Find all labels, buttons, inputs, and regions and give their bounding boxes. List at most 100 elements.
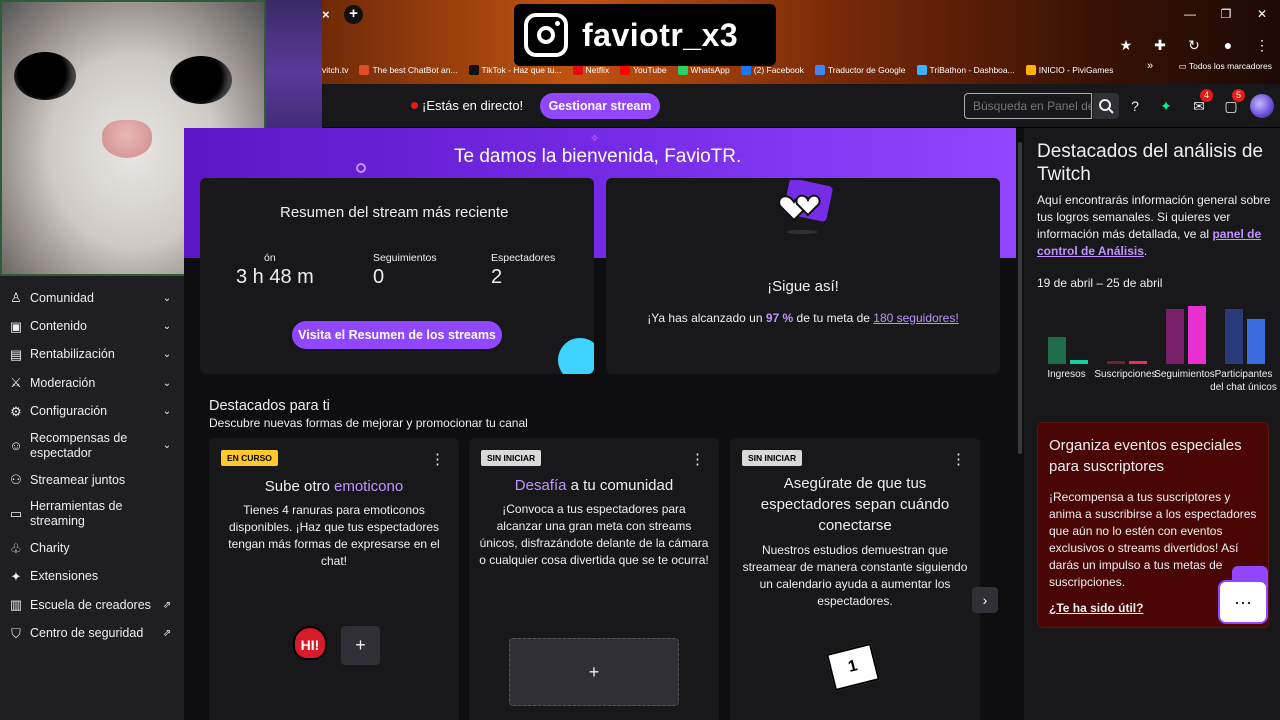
stream-summary-button[interactable]: Visita el Resumen de los streams bbox=[292, 321, 502, 349]
bookmark-favicon-icon bbox=[468, 65, 479, 75]
bookmark-item[interactable]: Netflix bbox=[572, 65, 609, 75]
close-window-button[interactable]: ✕ bbox=[1244, 4, 1280, 24]
dashboard-search-input[interactable] bbox=[964, 93, 1092, 119]
chevron-down-icon: ⌄ bbox=[162, 377, 172, 389]
bookmark-label: TikTok - Haz que tu... bbox=[481, 65, 562, 75]
bookmark-item[interactable]: INICIO - PiviGames bbox=[1025, 65, 1113, 75]
promo-feedback-link[interactable]: ¿Te ha sido útil? bbox=[1049, 601, 1143, 615]
chat-bubble-icon[interactable]: ··· bbox=[1218, 580, 1268, 624]
live-status: ¡Estás en directo! bbox=[422, 98, 524, 113]
sidebar-item-label: Contenido bbox=[30, 319, 87, 334]
chart-bar bbox=[1246, 319, 1265, 364]
bookmark-item[interactable]: vitch.tv bbox=[322, 65, 348, 75]
deco-circle bbox=[356, 163, 366, 173]
bookmark-item[interactable]: Traductor de Google bbox=[814, 65, 906, 75]
feature-card-emote[interactable]: EN CURSO ⋮ Sube otro emoticono Tienes 4 … bbox=[209, 438, 459, 720]
sidebar-item[interactable]: ▤ Rentabilización ⌄ bbox=[0, 341, 184, 369]
card-title-highlight: emoticono bbox=[334, 478, 404, 495]
card-title-pre: Sube otro bbox=[264, 478, 334, 495]
bookmark-label: YouTube bbox=[633, 65, 667, 75]
goal-link[interactable]: 180 seguidores! bbox=[873, 311, 958, 325]
restore-button[interactable]: ❐ bbox=[1208, 4, 1244, 24]
tab-close-icon[interactable]: × bbox=[322, 7, 330, 22]
all-bookmarks-link[interactable]: ▭ Todos los marcadores bbox=[1179, 61, 1272, 72]
address-bar[interactable]: ★ ✚ ↻ ● ⋮ bbox=[322, 32, 1280, 58]
chart-bar bbox=[1128, 361, 1147, 364]
sidebar-item-label: Centro de seguridad bbox=[30, 626, 144, 641]
status-badge: SIN INICIAR bbox=[481, 450, 542, 466]
feature-card-schedule[interactable]: SIN INICIAR ⋮ Asegúrate de que tus espec… bbox=[730, 438, 980, 720]
sidebar-item[interactable]: ▣ Contenido ⌄ bbox=[0, 312, 184, 340]
goal-card: ¡Sigue así! ¡Ya has alcanzado un 97 % de… bbox=[606, 178, 1000, 374]
bookmark-item[interactable]: TikTok - Haz que tu... bbox=[468, 65, 562, 75]
status-badge: SIN INICIAR bbox=[742, 450, 803, 466]
chart-bar bbox=[1069, 360, 1088, 364]
manage-stream-button[interactable]: Gestionar stream bbox=[540, 93, 660, 119]
cat-eye-right bbox=[170, 56, 232, 104]
profile-icon[interactable]: ● bbox=[1218, 35, 1238, 55]
extensions-icon[interactable]: ✚ bbox=[1150, 35, 1170, 55]
sparkle-icon[interactable]: ✦ bbox=[1156, 96, 1176, 116]
chart-category-label: Participantes del chat únicos bbox=[1210, 369, 1277, 393]
bookmark-item[interactable]: TriBathon - Dashboa... bbox=[916, 65, 1015, 75]
bookmark-favicon-icon bbox=[359, 65, 370, 75]
sidebar-item[interactable]: ▭ Herramientas de streaming bbox=[0, 494, 184, 534]
more-options-icon[interactable]: ⋮ bbox=[951, 450, 966, 468]
goal-title: ¡Sigue así! bbox=[767, 278, 839, 295]
chart-category-label: Seguimientos bbox=[1154, 369, 1215, 380]
add-challenge-button[interactable]: + bbox=[509, 638, 679, 706]
sidebar-item[interactable]: ⚔ Moderación ⌄ bbox=[0, 369, 184, 397]
minimize-button[interactable]: — bbox=[1172, 4, 1208, 24]
sidebar-item[interactable]: ⚇ Streamear juntos bbox=[0, 466, 184, 494]
more-options-icon[interactable]: ⋮ bbox=[430, 450, 445, 468]
analytics-panel: Destacados del análisis de Twitch Aquí e… bbox=[1024, 128, 1280, 720]
sidebar-item[interactable]: ♧ Charity bbox=[0, 534, 184, 562]
all-bookmarks-label: Todos los marcadores bbox=[1188, 61, 1272, 71]
add-emote-button[interactable]: + bbox=[341, 626, 380, 665]
instagram-logo-icon bbox=[524, 13, 568, 57]
followers-label: Seguimientos bbox=[373, 252, 437, 264]
sidebar-item[interactable]: ✦ Extensiones bbox=[0, 563, 184, 591]
analytics-date-range: 19 de abril – 25 de abril bbox=[1037, 276, 1163, 290]
bookmark-item[interactable]: YouTube bbox=[620, 65, 667, 75]
sidebar-item[interactable]: ⛉ Centro de seguridad ⇗ bbox=[0, 620, 184, 648]
sidebar-item[interactable]: ▥ Escuela de creadores ⇗ bbox=[0, 591, 184, 619]
sidebar-item[interactable]: ♙ Comunidad ⌄ bbox=[0, 284, 184, 312]
bookmarks-overflow-icon[interactable]: » bbox=[1147, 60, 1153, 72]
hearts-icon bbox=[778, 180, 833, 234]
menu-icon[interactable]: ⋮ bbox=[1252, 35, 1272, 55]
help-icon[interactable]: ? bbox=[1125, 96, 1145, 116]
bookmark-item[interactable]: WhatsApp bbox=[677, 65, 730, 75]
bookmark-item[interactable]: The best ChatBot an... bbox=[359, 65, 458, 75]
more-options-icon[interactable]: ⋮ bbox=[690, 450, 705, 468]
cat-nose bbox=[102, 120, 152, 158]
avatar[interactable] bbox=[1250, 94, 1274, 118]
search-button[interactable] bbox=[1093, 93, 1119, 119]
bookmark-item[interactable]: (2) Facebook bbox=[740, 65, 804, 75]
history-icon[interactable]: ↻ bbox=[1184, 35, 1204, 55]
smile-icon: ☺ bbox=[9, 437, 23, 453]
chart-bar bbox=[1165, 308, 1184, 364]
chevron-down-icon: ⌄ bbox=[162, 349, 172, 361]
sidebar-item[interactable]: ☺ Recompensas de espectador ⌄ bbox=[0, 426, 184, 466]
bookmark-favicon-icon bbox=[620, 65, 631, 75]
main-scrollbar-thumb[interactable] bbox=[1018, 142, 1022, 454]
viewers-label: Espectadores bbox=[491, 252, 556, 264]
goal-prefix: ¡Ya has alcanzado un bbox=[647, 311, 763, 325]
next-cards-button[interactable]: › bbox=[972, 587, 998, 613]
bookmarks-bar: vitch.tv The best ChatBot an... TikTok - H… bbox=[322, 60, 1280, 80]
goal-text: ¡Ya has alcanzado un 97 % de tu meta de … bbox=[606, 311, 1000, 325]
chevron-down-icon: ⌄ bbox=[162, 321, 172, 333]
bookmark-label: Traductor de Google bbox=[827, 65, 906, 75]
new-tab-button[interactable]: + bbox=[344, 5, 363, 24]
sidebar-item[interactable]: ⚙ Configuración ⌄ bbox=[0, 398, 184, 426]
summary-title: Resumen del stream más reciente bbox=[280, 204, 509, 221]
chart-bar bbox=[1187, 306, 1206, 364]
feature-card-challenge[interactable]: SIN INICIAR ⋮ Desafía a tu comunidad ¡Co… bbox=[469, 438, 719, 720]
sidebar-item-label: Comunidad bbox=[30, 290, 94, 305]
sidebar-item-label: Escuela de creadores bbox=[30, 597, 151, 612]
bookmark-star-icon[interactable]: ★ bbox=[1116, 35, 1136, 55]
card-title: Asegúrate de que tus espectadores sepan … bbox=[760, 475, 950, 534]
cat-eye-left bbox=[14, 52, 76, 100]
featured-subtitle: Descubre nuevas formas de mejorar y prom… bbox=[209, 416, 528, 430]
